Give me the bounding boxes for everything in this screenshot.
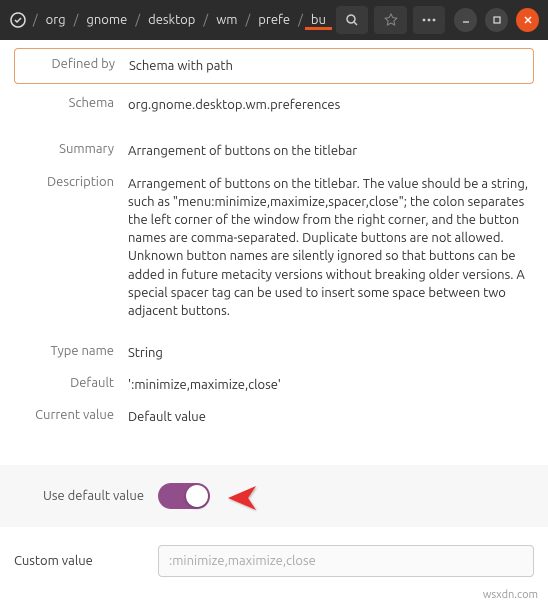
bookmark-button[interactable] [374,6,406,34]
breadcrumb-desktop[interactable]: desktop [142,10,201,30]
row-schema: Schema org.gnome.desktop.wm.preferences [14,86,534,118]
label-default: Default [18,376,128,394]
row-summary: Summary Arrangement of buttons on the ti… [14,132,534,164]
label-description: Description [18,175,128,321]
label-summary: Summary [18,142,128,160]
value-defined-by: Schema with path [129,57,529,75]
label-typename: Type name [18,344,128,362]
maximize-icon [492,15,502,25]
breadcrumb-gnome[interactable]: gnome [80,10,133,30]
value-description: Arrangement of buttons on the titlebar. … [128,175,530,321]
close-icon [523,15,533,25]
use-default-toggle[interactable] [158,483,210,509]
content-panel: Defined by Schema with path Schema org.g… [0,40,548,445]
row-defined-by: Defined by Schema with path [14,48,534,84]
value-schema: org.gnome.desktop.wm.preferences [128,96,530,114]
search-icon [345,13,359,27]
toggle-knob [186,485,208,507]
star-icon [384,13,398,27]
label-current: Current value [18,408,128,426]
maximize-button[interactable] [485,8,508,32]
value-current: Default value [128,408,530,426]
arrow-icon [228,468,328,528]
value-default: ':minimize,maximize,close' [128,376,530,394]
row-typename: Type name String [14,334,534,366]
dots-icon [422,18,436,22]
minimize-button[interactable] [454,8,477,32]
app-icon [6,6,31,34]
label-use-default: Use default value [14,489,144,503]
menu-button[interactable] [413,6,445,34]
breadcrumb-bu[interactable]: bu [305,10,332,30]
breadcrumb-wm[interactable]: wm [210,10,243,30]
section-custom-value: Custom value :minimize,maximize,close [0,527,548,585]
custom-value-input[interactable]: :minimize,maximize,close [158,545,534,577]
section-use-default: Use default value [0,465,548,527]
row-default: Default ':minimize,maximize,close' [14,366,534,398]
path-sep: / [33,13,38,27]
value-summary: Arrangement of buttons on the titlebar [128,142,530,160]
label-schema: Schema [18,96,128,114]
breadcrumb-org[interactable]: org [40,10,72,30]
footer-watermark: wsxdn.com [0,585,548,603]
row-current-value: Current value Default value [14,398,534,430]
label-defined-by: Defined by [19,57,129,75]
titlebar: / org / gnome / desktop / wm / prefe / b… [0,0,548,40]
label-custom-value: Custom value [14,554,144,568]
row-description: Description Arrangement of buttons on th… [14,165,534,325]
breadcrumb-prefe[interactable]: prefe [252,10,296,30]
search-button[interactable] [336,6,368,34]
close-button[interactable] [516,8,539,32]
minimize-icon [461,15,471,25]
value-typename: String [128,344,530,362]
